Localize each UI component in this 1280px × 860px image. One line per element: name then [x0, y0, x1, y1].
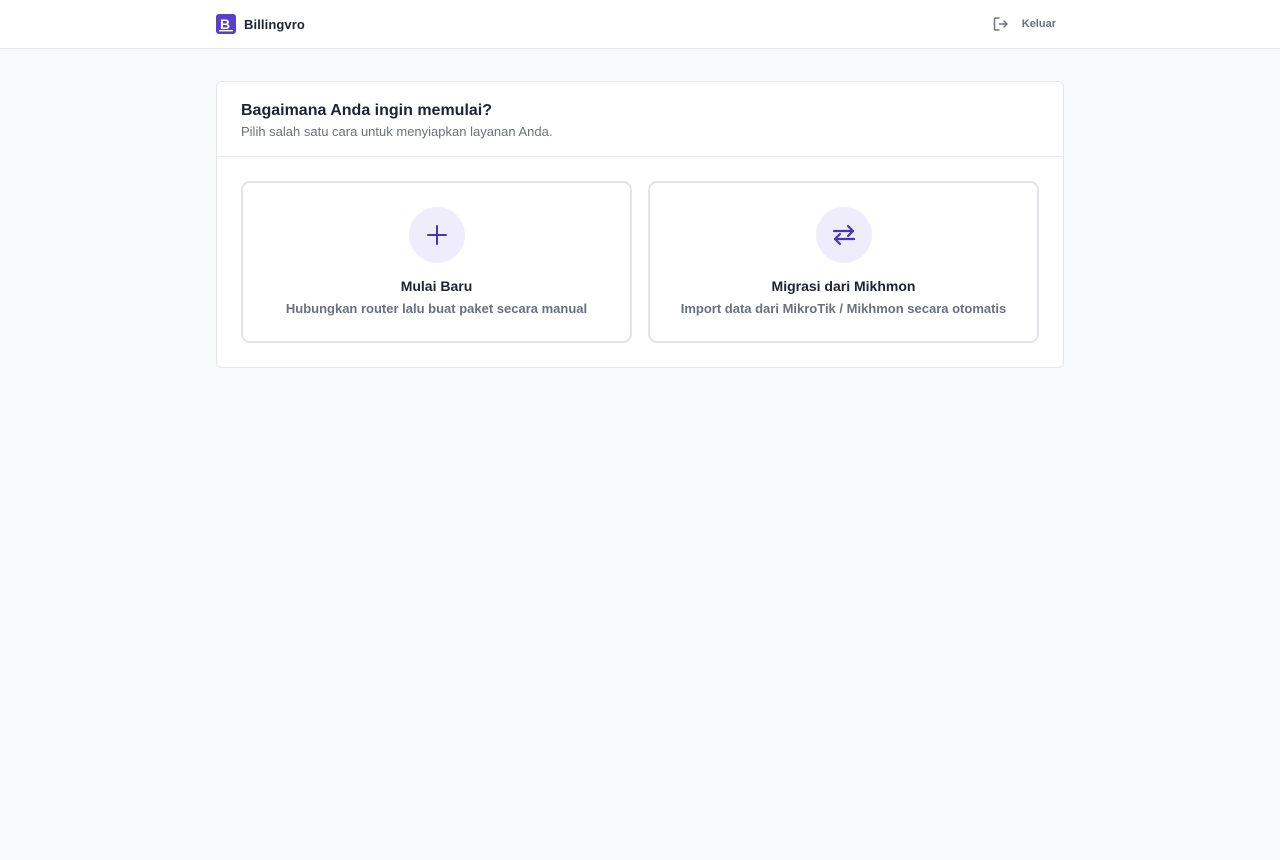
page-subtitle: Pilih salah satu cara untuk menyiapkan l…	[241, 124, 553, 139]
logout-icon	[993, 17, 1008, 31]
option-icon-circle	[815, 207, 872, 263]
page-title: Bagaimana Anda ingin memulai?	[241, 102, 493, 119]
option-title: Migrasi dari Mikhmon	[771, 278, 916, 294]
logout-button[interactable]: Keluar	[992, 14, 1056, 34]
card-header: Bagaimana Anda ingin memulai? Pilih sala…	[217, 82, 1063, 157]
option-description: Hubungkan router lalu buat paket secara …	[285, 301, 588, 316]
option-migrate-mikhmon[interactable]: Migrasi dari Mikhmon Import data dari Mi…	[648, 181, 1039, 343]
top-navbar: B Billingvro Keluar	[0, 0, 1280, 49]
billingvro-logo-icon: B	[216, 14, 236, 34]
swap-arrows-icon	[832, 224, 855, 246]
option-description: Import data dari MikroTik / Mikhmon seca…	[680, 301, 1007, 316]
option-start-new[interactable]: Mulai Baru Hubungkan router lalu buat pa…	[241, 181, 632, 343]
option-list: Mulai Baru Hubungkan router lalu buat pa…	[241, 181, 1039, 343]
option-icon-circle	[408, 207, 465, 263]
brand-name: Billingvro	[244, 16, 305, 32]
plus-icon	[426, 225, 447, 245]
onboarding-card: Bagaimana Anda ingin memulai? Pilih sala…	[216, 81, 1064, 368]
logout-label: Keluar	[1021, 18, 1056, 30]
brand[interactable]: B Billingvro	[216, 14, 305, 34]
svg-text:B: B	[220, 16, 230, 32]
option-title: Mulai Baru	[400, 278, 473, 294]
